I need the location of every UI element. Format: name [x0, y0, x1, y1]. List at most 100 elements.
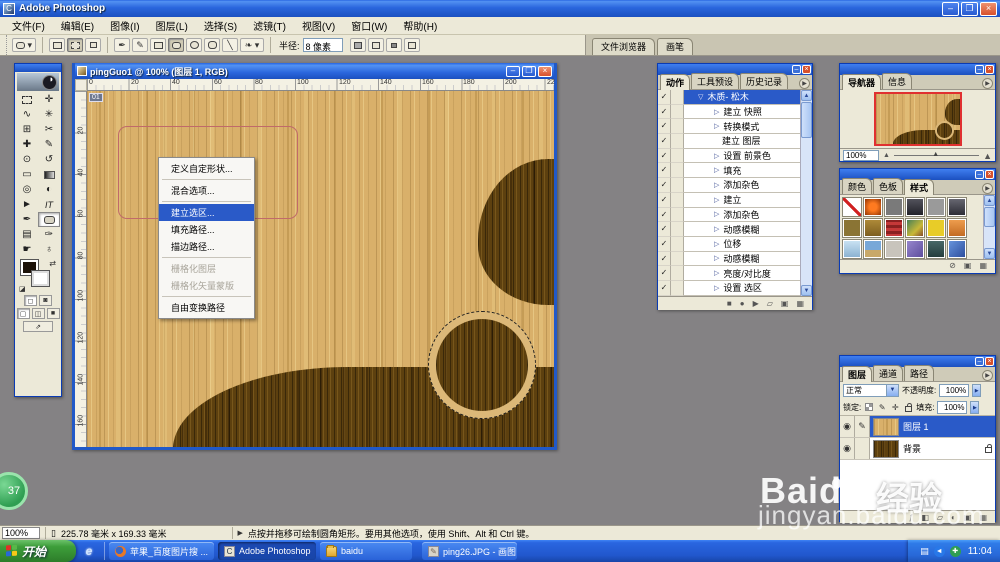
brush-tool[interactable]: ✎ [38, 137, 60, 152]
style-swatch[interactable] [926, 197, 946, 217]
fullscreen-button[interactable]: ■ [46, 308, 60, 319]
action-check[interactable]: ✓ [658, 163, 671, 179]
delete-style-button[interactable]: ▦ [979, 261, 987, 270]
history-brush-tool[interactable]: ↺ [38, 152, 60, 167]
fill-field[interactable]: 100% [937, 400, 968, 414]
healing-brush-tool[interactable]: ✚ [16, 137, 38, 152]
style-swatch[interactable] [947, 197, 967, 217]
task-firefox-baidu-images[interactable]: 苹果_百度图片搜 ... [109, 542, 214, 560]
photoshop-banner-icon[interactable] [17, 73, 59, 91]
tab-file-browser[interactable]: 文件浏览器 [592, 38, 656, 55]
action-modal-toggle[interactable] [671, 134, 684, 149]
lock-pixels-icon[interactable]: ✎ [877, 402, 887, 412]
action-modal-toggle[interactable] [671, 222, 684, 237]
layer-style-button[interactable]: ƒ [909, 513, 913, 522]
menu-item-define-custom-shape[interactable]: 定义自定形状... [159, 160, 254, 177]
tab-color[interactable]: 颜色 [842, 178, 873, 194]
menu-image[interactable]: 图像(I) [102, 16, 147, 35]
task-adobe-photoshop[interactable]: C Adobe Photoshop [218, 542, 316, 560]
actions-panel-menu-button[interactable]: ▶ [799, 78, 810, 89]
eraser-tool[interactable]: ▭ [16, 167, 38, 182]
quick-mask-mode-button[interactable]: ◙ [39, 295, 52, 306]
exclude-shape-area-button[interactable] [403, 38, 420, 52]
tab-paths[interactable]: 路径 [904, 365, 935, 381]
tab-tool-presets[interactable]: 工具预设 [691, 73, 740, 89]
styles-scrollbar[interactable]: ▲ ▼ [983, 195, 995, 259]
zoom-out-icon[interactable]: ▲ [883, 152, 890, 159]
type-tool[interactable]: IT [38, 197, 60, 212]
action-check[interactable]: ✓ [658, 148, 671, 164]
polygon-tool-button[interactable] [204, 38, 220, 52]
paint-indicator-empty[interactable] [855, 438, 870, 459]
antivirus-tray-icon[interactable]: ✚ [949, 545, 961, 557]
action-modal-toggle[interactable] [671, 236, 684, 252]
start-button[interactable]: 开始 [0, 540, 76, 562]
action-check[interactable]: ✓ [658, 236, 671, 252]
action-check[interactable]: ✓ [658, 251, 671, 267]
move-tool[interactable]: ✛ [38, 92, 60, 107]
style-swatch[interactable] [905, 218, 925, 238]
style-swatch[interactable] [863, 218, 883, 238]
action-check[interactable]: ✓ [658, 280, 671, 296]
internet-explorer-icon[interactable]: e [80, 542, 98, 560]
scroll-down-button[interactable]: ▼ [984, 248, 995, 259]
new-group-button[interactable]: ▱ [937, 513, 943, 522]
background-color-swatch[interactable] [31, 270, 50, 287]
menu-select[interactable]: 选择(S) [196, 16, 245, 35]
style-swatch[interactable] [926, 218, 946, 238]
style-swatch[interactable] [947, 239, 967, 259]
zoom-tool[interactable]: ♁ [38, 242, 60, 257]
actions-scrollbar[interactable]: ▲ ▼ [800, 90, 812, 296]
close-button[interactable]: × [980, 1, 997, 16]
menu-layer[interactable]: 图层(L) [148, 16, 196, 35]
line-tool-button[interactable]: ╲ [222, 38, 238, 52]
rectangle-tool-button[interactable] [150, 38, 166, 52]
new-set-button[interactable]: ▱ [767, 299, 773, 308]
menu-filter[interactable]: 滤镜(T) [245, 16, 294, 35]
actions-close-button[interactable]: × [802, 65, 811, 74]
slice-tool[interactable]: ✂ [38, 122, 60, 137]
default-colors-icon[interactable]: ◪ [19, 285, 26, 293]
play-button[interactable]: ▶ [753, 299, 759, 308]
blend-mode-dropdown[interactable]: 正常 ▼ [843, 384, 899, 397]
adjustment-layer-button[interactable]: ◐ [951, 513, 956, 522]
action-check[interactable]: ✓ [658, 178, 671, 193]
freeform-pen-tool-button[interactable]: ✎ [132, 38, 148, 52]
layer-name[interactable]: 背景 [903, 442, 921, 455]
style-swatch[interactable] [926, 239, 946, 259]
action-row[interactable]: ✓ ▷ 设置 前景色 [658, 148, 812, 164]
navigator-panel-menu-button[interactable]: ▶ [982, 78, 993, 89]
layers-panel-menu-button[interactable]: ▶ [982, 370, 993, 381]
paint-indicator-icon[interactable]: ✎ [855, 416, 870, 437]
ellipse-tool-button[interactable] [186, 38, 202, 52]
crop-tool[interactable]: ⊞ [16, 122, 38, 137]
fill-arrow-button[interactable]: ▶ [970, 400, 980, 414]
action-row[interactable]: ✓ ▷ 动感模糊 [658, 222, 812, 237]
tool-preset-picker[interactable]: ▾ [12, 38, 36, 52]
magic-wand-tool[interactable]: ✳ [38, 107, 60, 122]
lock-position-icon[interactable]: ✛ [890, 402, 900, 412]
delete-action-button[interactable]: ▦ [796, 299, 804, 308]
hand-tool[interactable]: ☛ [16, 242, 38, 257]
add-shape-area-button[interactable] [349, 38, 366, 52]
delete-layer-button[interactable]: ▦ [979, 513, 987, 522]
layer-row-layer1[interactable]: ◉ ✎ 图层 1 [840, 416, 995, 438]
action-check[interactable]: ✓ [658, 119, 671, 135]
action-modal-toggle[interactable] [671, 207, 684, 223]
layers-close-button[interactable]: × [985, 357, 994, 366]
opacity-field[interactable]: 100% [939, 384, 970, 397]
zoom-slider[interactable]: ▲ [893, 151, 980, 158]
action-row[interactable]: ✓ ▷ 建立 [658, 192, 812, 208]
notes-tool[interactable]: ▤ [16, 227, 38, 242]
action-modal-toggle[interactable] [671, 178, 684, 193]
action-row[interactable]: ✓ ▷ 建立 快照 [658, 104, 812, 120]
intersect-shape-area-button[interactable] [385, 38, 402, 52]
action-row[interactable]: ✓ ▷ 亮度/对比度 [658, 266, 812, 281]
path-selection-tool[interactable]: ► [16, 197, 38, 212]
new-style-button[interactable]: ▣ [964, 261, 972, 270]
style-swatch[interactable] [863, 239, 883, 259]
menu-item-fill-path[interactable]: 填充路径... [159, 221, 254, 238]
custom-shape-tool-button[interactable]: ❧ ▾ [240, 38, 264, 52]
action-modal-toggle[interactable] [671, 266, 684, 281]
style-swatch[interactable] [842, 239, 862, 259]
